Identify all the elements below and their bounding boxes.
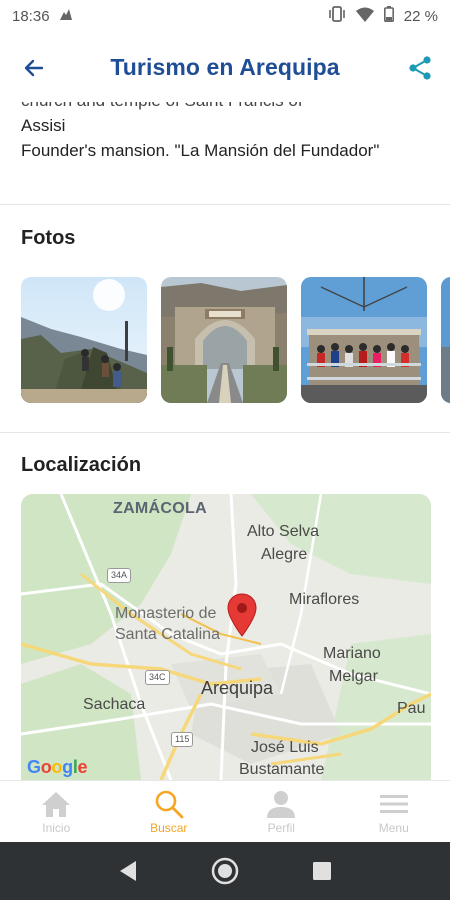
back-button[interactable] — [18, 52, 50, 84]
back-triangle-icon — [120, 861, 137, 881]
location-map[interactable]: ZAMÁCOLA Alto Selva Alegre Miraflores Mo… — [21, 494, 431, 780]
map-label-sachaca: Sachaca — [83, 696, 146, 713]
battery-percent: 22 % — [403, 7, 438, 25]
home-circle-icon — [211, 857, 239, 885]
tourist-platform-photo[interactable] — [301, 277, 427, 403]
map-label-bustamante: Bustamante — [239, 761, 325, 778]
mountain-viewpoint-photo[interactable] — [21, 277, 147, 403]
map-label-santa-catalina: Santa Catalina — [115, 626, 220, 643]
system-back-button[interactable] — [108, 851, 148, 891]
google-logo: Google — [27, 757, 88, 777]
nav-buscar[interactable]: Buscar — [113, 781, 226, 842]
home-icon — [41, 789, 71, 819]
map-label-mariano: Mariano — [323, 645, 381, 662]
location-title: Localización — [21, 454, 142, 476]
description-text: church and temple of Saint Francis of As… — [21, 102, 431, 163]
map-label-zamacola: ZAMÁCOLA — [113, 500, 207, 517]
share-icon — [409, 56, 431, 80]
recents-square-icon — [312, 862, 331, 880]
page-title: Turismo en Arequipa — [110, 53, 340, 80]
wifi-icon — [355, 7, 374, 26]
app-bar: Turismo en Arequipa — [0, 32, 450, 102]
map-label-alto-selva: Alto Selva — [247, 523, 320, 540]
share-button[interactable] — [404, 52, 436, 84]
status-left: 18:36 — [12, 7, 74, 25]
system-home-button[interactable] — [205, 851, 245, 891]
search-icon — [154, 789, 184, 819]
route-shield: 115 — [171, 732, 194, 747]
map-label-pau: Pau — [397, 700, 426, 717]
status-right: 22 % — [328, 6, 438, 26]
bottom-navigation: Inicio Buscar Perfil Menu — [0, 780, 450, 842]
person-icon — [266, 789, 296, 819]
map-label-miraflores: Miraflores — [289, 591, 360, 608]
nav-menu[interactable]: Menu — [338, 781, 450, 842]
section-divider — [0, 432, 450, 433]
route-shield: 34A — [107, 568, 132, 583]
map-label-monasterio: Monasterio de — [115, 605, 217, 622]
map-label-arequipa: Arequipa — [201, 678, 274, 698]
system-navigation-bar — [0, 842, 450, 900]
notification-icon — [58, 7, 74, 25]
system-recents-button[interactable] — [302, 851, 342, 891]
menu-icon — [379, 789, 409, 819]
vibrate-icon — [328, 6, 346, 26]
route-shield: 34C — [145, 670, 170, 685]
content-scroll[interactable]: church and temple of Saint Francis of As… — [0, 102, 450, 780]
nav-label-menu: Menu — [378, 821, 409, 835]
nav-inicio[interactable]: Inicio — [0, 781, 113, 842]
map-label-jose-luis: José Luis — [251, 739, 319, 756]
status-bar: 18:36 22 % — [0, 0, 450, 32]
photo-gallery[interactable] — [21, 277, 450, 403]
arrow-left-icon — [24, 59, 44, 77]
nav-label-inicio: Inicio — [42, 821, 71, 835]
photos-title: Fotos — [21, 227, 76, 249]
section-divider — [0, 204, 450, 205]
map-label-alegre: Alegre — [261, 546, 308, 563]
status-time: 18:36 — [12, 7, 50, 25]
stone-arch-photo[interactable] — [161, 277, 287, 403]
description-line: Assisi — [21, 116, 66, 135]
partial-photo[interactable] — [441, 277, 450, 403]
map-label-melgar: Melgar — [329, 668, 378, 685]
nav-perfil[interactable]: Perfil — [225, 781, 338, 842]
description-line: Founder's mansion. "La Mansión del Funda… — [21, 141, 380, 160]
battery-icon — [383, 6, 394, 26]
description-line: church and temple of Saint Francis of — [21, 102, 431, 113]
nav-label-buscar: Buscar — [150, 821, 188, 835]
nav-label-perfil: Perfil — [267, 821, 295, 835]
map-background — [21, 494, 431, 780]
